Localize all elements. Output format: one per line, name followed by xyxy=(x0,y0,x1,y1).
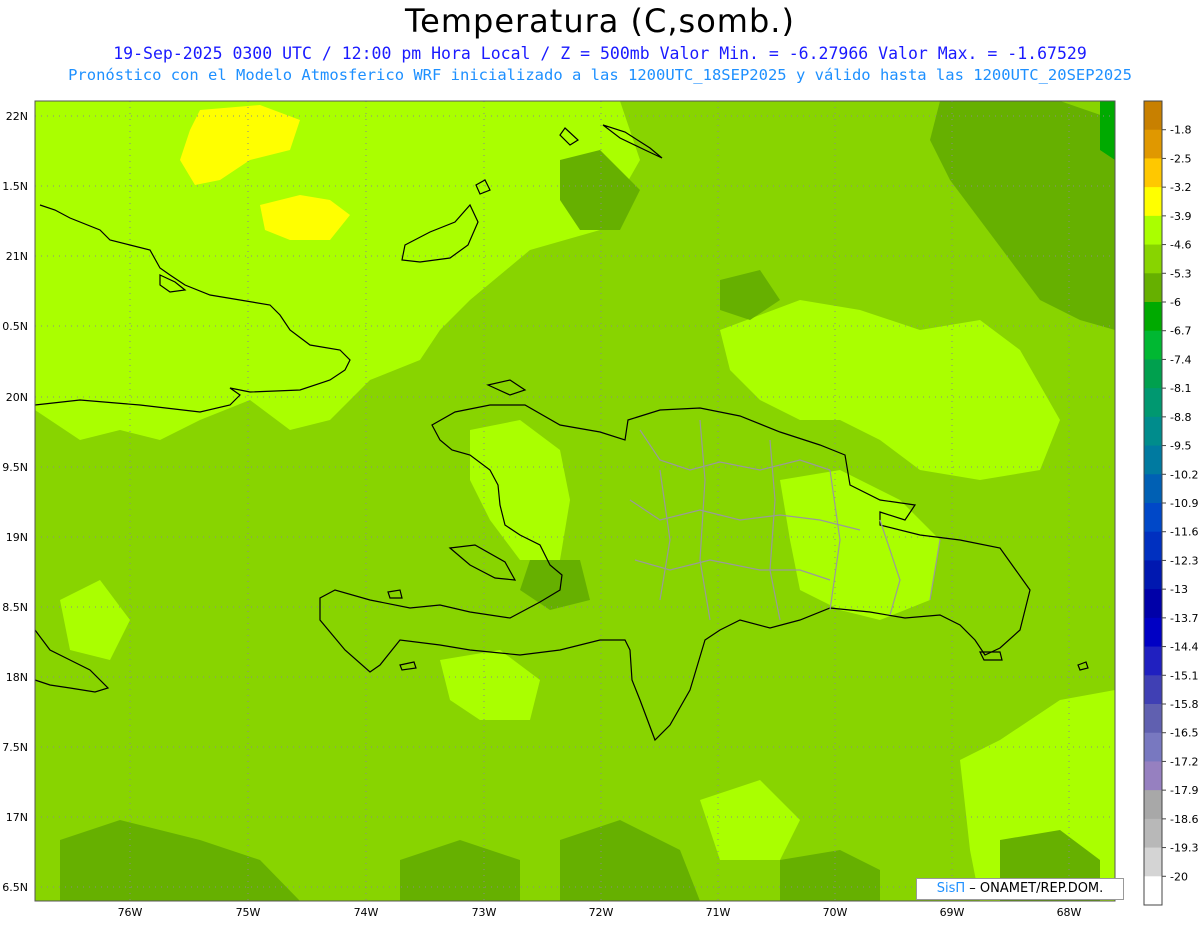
colorbar-swatch xyxy=(1144,818,1162,849)
lat-label: 1.5N xyxy=(2,180,28,193)
lat-label: 19N xyxy=(6,531,28,544)
colorbar-swatch xyxy=(1144,445,1162,475)
lat-label: 20N xyxy=(6,391,28,404)
colorbar-swatch xyxy=(1144,704,1162,734)
credit-box: SisΠ – ONAMET/REP.DOM. xyxy=(916,878,1124,900)
colorbar-swatch xyxy=(1144,589,1162,619)
lat-label: 21N xyxy=(6,250,28,263)
colorbar-swatch xyxy=(1144,359,1162,389)
colorbar-label: -10.9 xyxy=(1170,497,1198,510)
weather-map: 22N 1.5N 21N 0.5N 20N 9.5N 19N 8.5N 18N … xyxy=(2,100,1198,919)
lat-label: 7.5N xyxy=(2,741,28,754)
colorbar-swatch xyxy=(1144,474,1162,504)
colorbar-swatch xyxy=(1144,646,1162,676)
colorbar-swatch xyxy=(1144,732,1162,762)
colorbar-label: -15.1 xyxy=(1170,669,1198,682)
colorbar-label: -16.5 xyxy=(1170,727,1198,740)
colorbar-label: -3.2 xyxy=(1170,181,1191,194)
lat-label: 22N xyxy=(6,110,28,123)
colorbar-label: -2.5 xyxy=(1170,152,1191,165)
colorbar-label: -3.9 xyxy=(1170,210,1191,223)
credit-text: – ONAMET/REP.DOM. xyxy=(969,881,1104,896)
colorbar-label: -8.1 xyxy=(1170,382,1191,395)
colorbar-swatch xyxy=(1144,129,1162,159)
colorbar-label: -17.2 xyxy=(1170,755,1198,768)
colorbar-label: -11.6 xyxy=(1170,526,1198,539)
colorbar-label: -6.7 xyxy=(1170,325,1191,338)
longitude-labels: 76W 75W 74W 73W 72W 71W 70W 69W 68W xyxy=(118,906,1082,919)
colorbar-label: -17.9 xyxy=(1170,784,1198,797)
lat-label: 18N xyxy=(6,671,28,684)
colorbar-swatch xyxy=(1144,790,1162,820)
sispi-logo: SisΠ xyxy=(936,881,966,896)
colorbar-label: -18.6 xyxy=(1170,813,1198,826)
colorbar-swatch xyxy=(1144,617,1162,648)
colorbar-label: -1.8 xyxy=(1170,124,1191,137)
latitude-labels: 22N 1.5N 21N 0.5N 20N 9.5N 19N 8.5N 18N … xyxy=(2,110,28,894)
colorbar-swatch xyxy=(1144,847,1162,877)
colorbar-label: -8.8 xyxy=(1170,411,1191,424)
colorbar-swatch xyxy=(1144,330,1162,360)
lon-label: 75W xyxy=(236,906,261,919)
lon-label: 69W xyxy=(940,906,965,919)
colorbar-swatch xyxy=(1144,101,1162,131)
colorbar-swatch xyxy=(1144,531,1162,561)
colorbar-label: -15.8 xyxy=(1170,698,1198,711)
colorbar-swatch xyxy=(1144,158,1162,188)
colorbar-label: -9.5 xyxy=(1170,440,1191,453)
lon-label: 76W xyxy=(118,906,143,919)
colorbar-swatch xyxy=(1144,416,1162,447)
colorbar-swatch xyxy=(1144,187,1162,217)
lat-label: 8.5N xyxy=(2,601,28,614)
colorbar-label: -6 xyxy=(1170,296,1181,309)
lon-label: 72W xyxy=(589,906,614,919)
colorbar-label: -10.2 xyxy=(1170,468,1198,481)
colorbar-label: -19.3 xyxy=(1170,842,1198,855)
green-corner xyxy=(1100,101,1115,160)
lon-label: 70W xyxy=(823,906,848,919)
colorbar-swatch xyxy=(1144,244,1162,274)
colorbar-label: -20 xyxy=(1170,870,1188,883)
colorbar-label: -12.3 xyxy=(1170,554,1198,567)
colorbar-swatch xyxy=(1144,215,1162,246)
colorbar: -1.8 -2.5 -3.2 -3.9 -4.6 -5.3 -6 -6.7 -7.4 -8.1 -8… xyxy=(1143,100,1198,906)
colorbar-swatch xyxy=(1144,560,1162,590)
colorbar-swatch xyxy=(1144,876,1162,906)
lon-label: 73W xyxy=(472,906,497,919)
colorbar-label: -5.3 xyxy=(1170,267,1191,280)
colorbar-swatch xyxy=(1144,761,1162,791)
colorbar-label: -7.4 xyxy=(1170,353,1191,366)
colorbar-label: -13.7 xyxy=(1170,612,1198,625)
lat-label: 17N xyxy=(6,811,28,824)
lon-label: 74W xyxy=(354,906,379,919)
colorbar-swatch xyxy=(1144,675,1162,705)
colorbar-swatch xyxy=(1144,388,1162,418)
lat-label: 6.5N xyxy=(2,881,28,894)
lon-label: 68W xyxy=(1057,906,1082,919)
lat-label: 9.5N xyxy=(2,461,28,474)
colorbar-label: -14.4 xyxy=(1170,641,1198,654)
colorbar-swatch xyxy=(1144,302,1162,332)
colorbar-label: -13 xyxy=(1170,583,1188,596)
lat-label: 0.5N xyxy=(2,320,28,333)
colorbar-swatch xyxy=(1144,503,1162,533)
colorbar-label: -4.6 xyxy=(1170,239,1191,252)
lon-label: 71W xyxy=(706,906,731,919)
colorbar-swatch xyxy=(1144,273,1162,303)
